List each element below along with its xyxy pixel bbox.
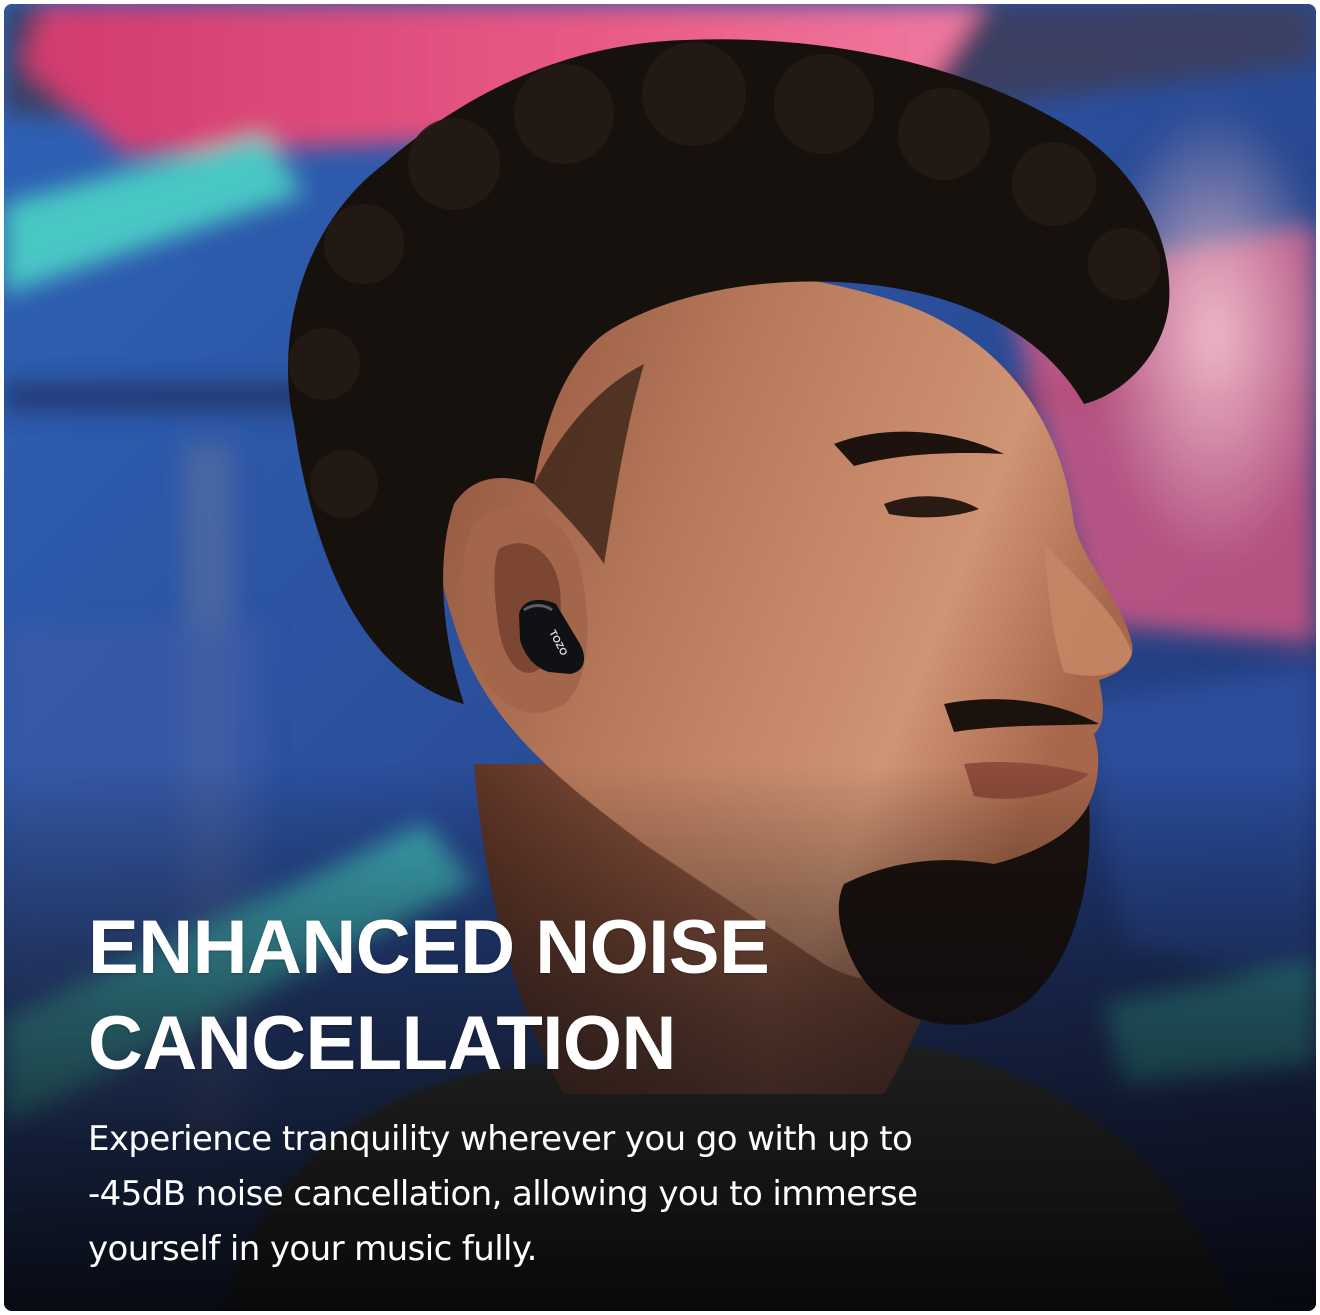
- description-line-3: yourself in your music fully.: [88, 1229, 537, 1269]
- headline-line-2: CANCELLATION: [88, 1001, 676, 1086]
- description-line-1: Experience tranquility wherever you go w…: [88, 1119, 913, 1159]
- headline-line-1: ENHANCED NOISE: [88, 905, 770, 990]
- feature-description: Experience tranquility wherever you go w…: [88, 1112, 1088, 1277]
- product-feature-card: TOZO ENHANCED NOISE CANCELLATION Experie…: [4, 4, 1316, 1311]
- feature-headline: ENHANCED NOISE CANCELLATION: [88, 900, 988, 1092]
- description-line-2: -45dB noise cancellation, allowing you t…: [88, 1174, 918, 1214]
